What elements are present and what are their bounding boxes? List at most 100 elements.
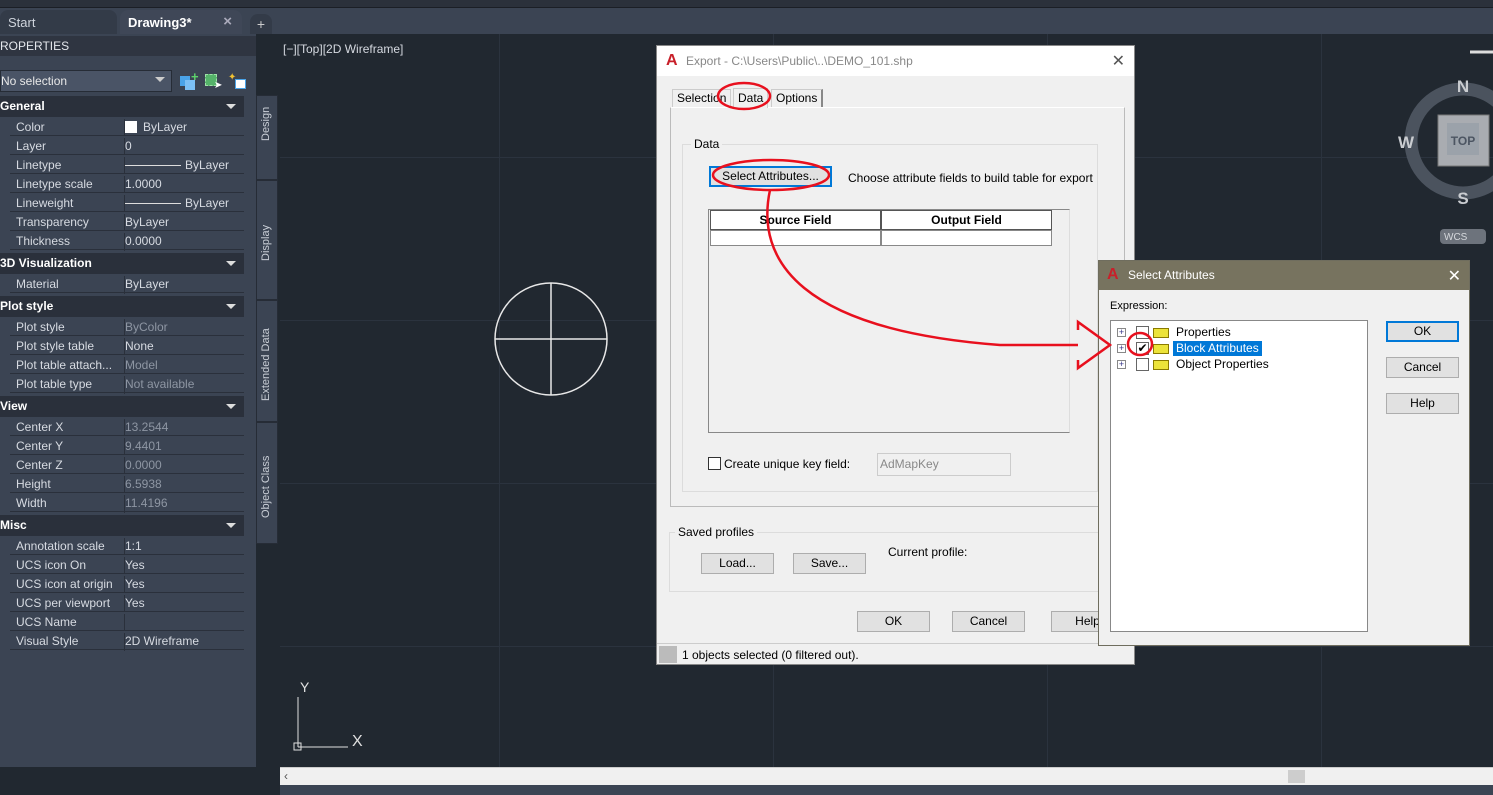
selection-dropdown[interactable]: No selection xyxy=(0,70,172,92)
close-icon[interactable]: ✕ xyxy=(1448,266,1461,286)
load-button[interactable]: Load... xyxy=(701,553,774,574)
column-header-output-field[interactable]: Output Field xyxy=(881,210,1052,230)
property-value[interactable]: 13.2544 xyxy=(124,419,244,437)
property-value[interactable]: Yes xyxy=(124,557,244,575)
property-row-center-y[interactable]: Center Y 9.4401 xyxy=(10,436,244,456)
property-row-ucs-per-viewport[interactable]: UCS per viewport Yes xyxy=(10,593,244,613)
expression-tree[interactable]: + Properties + ✔ Block Attributes + Object Pro… xyxy=(1110,320,1368,632)
property-value[interactable]: Yes xyxy=(124,576,244,594)
unique-key-checkbox[interactable] xyxy=(708,457,721,470)
collapse-icon[interactable] xyxy=(226,523,236,528)
select-attributes-button[interactable]: Select Attributes... xyxy=(709,166,832,187)
side-tab-design[interactable]: Design xyxy=(256,95,278,180)
property-value[interactable]: Model xyxy=(124,357,244,375)
close-icon[interactable]: × xyxy=(223,13,232,30)
property-value[interactable]: Yes xyxy=(124,595,244,613)
tab-selection[interactable]: Selection xyxy=(672,89,732,107)
property-row-height[interactable]: Height 6.5938 xyxy=(10,474,244,494)
side-tab-extended-data[interactable]: Extended Data xyxy=(256,300,278,422)
section-misc[interactable]: Misc xyxy=(0,515,244,536)
checkbox[interactable]: ✔ xyxy=(1136,342,1149,355)
property-row-lineweight[interactable]: Lineweight ByLayer xyxy=(10,193,244,213)
expand-icon[interactable]: + xyxy=(1117,360,1126,369)
scroll-thumb[interactable] xyxy=(1288,770,1305,783)
checkbox[interactable] xyxy=(1136,326,1149,339)
quick-select-icon[interactable]: ✦ xyxy=(228,72,246,90)
property-row-ucs-icon-at-origin[interactable]: UCS icon at origin Yes xyxy=(10,574,244,594)
collapse-icon[interactable] xyxy=(226,304,236,309)
property-row-center-x[interactable]: Center X 13.2544 xyxy=(10,417,244,437)
save-button[interactable]: Save... xyxy=(793,553,866,574)
property-row-ucs-name[interactable]: UCS Name xyxy=(10,612,244,632)
section-view[interactable]: View xyxy=(0,396,244,417)
viewcube[interactable]: TOP N S W WCS xyxy=(1398,77,1493,244)
property-row-thickness[interactable]: Thickness 0.0000 xyxy=(10,231,244,251)
property-row-material[interactable]: Material ByLayer xyxy=(10,274,244,294)
property-row-transparency[interactable]: Transparency ByLayer xyxy=(10,212,244,232)
property-row-color[interactable]: Color ByLayer xyxy=(10,117,244,137)
property-value[interactable]: Not available xyxy=(124,376,244,394)
property-value[interactable]: 0 xyxy=(124,138,244,156)
property-row-ucs-icon-on[interactable]: UCS icon On Yes xyxy=(10,555,244,575)
new-tab-button[interactable]: + xyxy=(250,14,272,34)
property-value[interactable]: ByColor xyxy=(124,319,244,337)
collapse-icon[interactable] xyxy=(226,261,236,266)
table-cell[interactable] xyxy=(710,230,881,246)
property-value[interactable]: ByLayer xyxy=(124,276,244,294)
field-mapping-table[interactable]: Source Field Output Field xyxy=(708,209,1070,433)
section-3d-visualization[interactable]: 3D Visualization xyxy=(0,253,244,274)
table-cell[interactable] xyxy=(881,230,1052,246)
property-value[interactable]: ByLayer xyxy=(124,195,244,213)
property-row-linetype[interactable]: Linetype ByLayer xyxy=(10,155,244,175)
cancel-button[interactable]: Cancel xyxy=(952,611,1025,632)
section-plot-style[interactable]: Plot style xyxy=(0,296,244,317)
collapse-icon[interactable] xyxy=(226,404,236,409)
cancel-button[interactable]: Cancel xyxy=(1386,357,1459,378)
property-value[interactable]: 6.5938 xyxy=(124,476,244,494)
property-row-linetype-scale[interactable]: Linetype scale 1.0000 xyxy=(10,174,244,194)
property-value[interactable]: 11.4196 xyxy=(124,495,244,513)
checkbox[interactable] xyxy=(1136,358,1149,371)
property-row-plot-style[interactable]: Plot style ByColor xyxy=(10,317,244,337)
expand-icon[interactable]: + xyxy=(1117,344,1126,353)
close-icon[interactable]: ✕ xyxy=(1112,51,1125,71)
property-value[interactable]: None xyxy=(124,338,244,356)
horizontal-scrollbar[interactable]: ‹ xyxy=(280,767,1493,785)
property-row-plot-style-table[interactable]: Plot style table None xyxy=(10,336,244,356)
property-value[interactable]: ByLayer xyxy=(124,214,244,232)
section-general[interactable]: General xyxy=(0,96,244,117)
property-value[interactable]: ByLayer xyxy=(124,119,244,137)
property-row-plot-table-attach-[interactable]: Plot table attach... Model xyxy=(10,355,244,375)
property-value[interactable]: 1.0000 xyxy=(124,176,244,194)
select-objects-icon[interactable]: ➤ xyxy=(204,72,222,91)
unique-key-input[interactable]: AdMapKey xyxy=(877,453,1011,476)
tab-start[interactable]: Start xyxy=(0,10,117,34)
property-row-plot-table-type[interactable]: Plot table type Not available xyxy=(10,374,244,394)
side-tab-object-class[interactable]: Object Class xyxy=(256,422,278,544)
property-row-layer[interactable]: Layer 0 xyxy=(10,136,244,156)
tab-data[interactable]: Data xyxy=(733,88,769,108)
tab-options[interactable]: Options xyxy=(771,89,824,107)
property-row-center-z[interactable]: Center Z 0.0000 xyxy=(10,455,244,475)
property-value[interactable]: 1:1 xyxy=(124,538,244,556)
property-value[interactable]: 2D Wireframe xyxy=(124,633,244,651)
property-value[interactable]: ByLayer xyxy=(124,157,244,175)
property-row-visual-style[interactable]: Visual Style 2D Wireframe xyxy=(10,631,244,651)
property-value[interactable] xyxy=(124,614,244,632)
ok-button[interactable]: OK xyxy=(857,611,930,632)
property-value[interactable]: 9.4401 xyxy=(124,438,244,456)
column-header-source-field[interactable]: Source Field xyxy=(710,210,881,230)
scroll-left-icon[interactable]: ‹ xyxy=(284,769,288,783)
property-value[interactable]: 0.0000 xyxy=(124,457,244,475)
toggle-pickadd-icon[interactable]: + xyxy=(180,70,199,90)
ok-button[interactable]: OK xyxy=(1386,321,1459,342)
property-value[interactable]: 0.0000 xyxy=(124,233,244,251)
dialog-title: Export - C:\Users\Public\..\DEMO_101.shp xyxy=(686,54,913,68)
property-row-annotation-scale[interactable]: Annotation scale 1:1 xyxy=(10,536,244,556)
side-tab-display[interactable]: Display xyxy=(256,180,278,300)
help-button[interactable]: Help xyxy=(1386,393,1459,414)
collapse-icon[interactable] xyxy=(226,104,236,109)
expand-icon[interactable]: + xyxy=(1117,328,1126,337)
property-row-width[interactable]: Width 11.4196 xyxy=(10,493,244,513)
tab-drawing3[interactable]: Drawing3* × xyxy=(120,10,242,34)
